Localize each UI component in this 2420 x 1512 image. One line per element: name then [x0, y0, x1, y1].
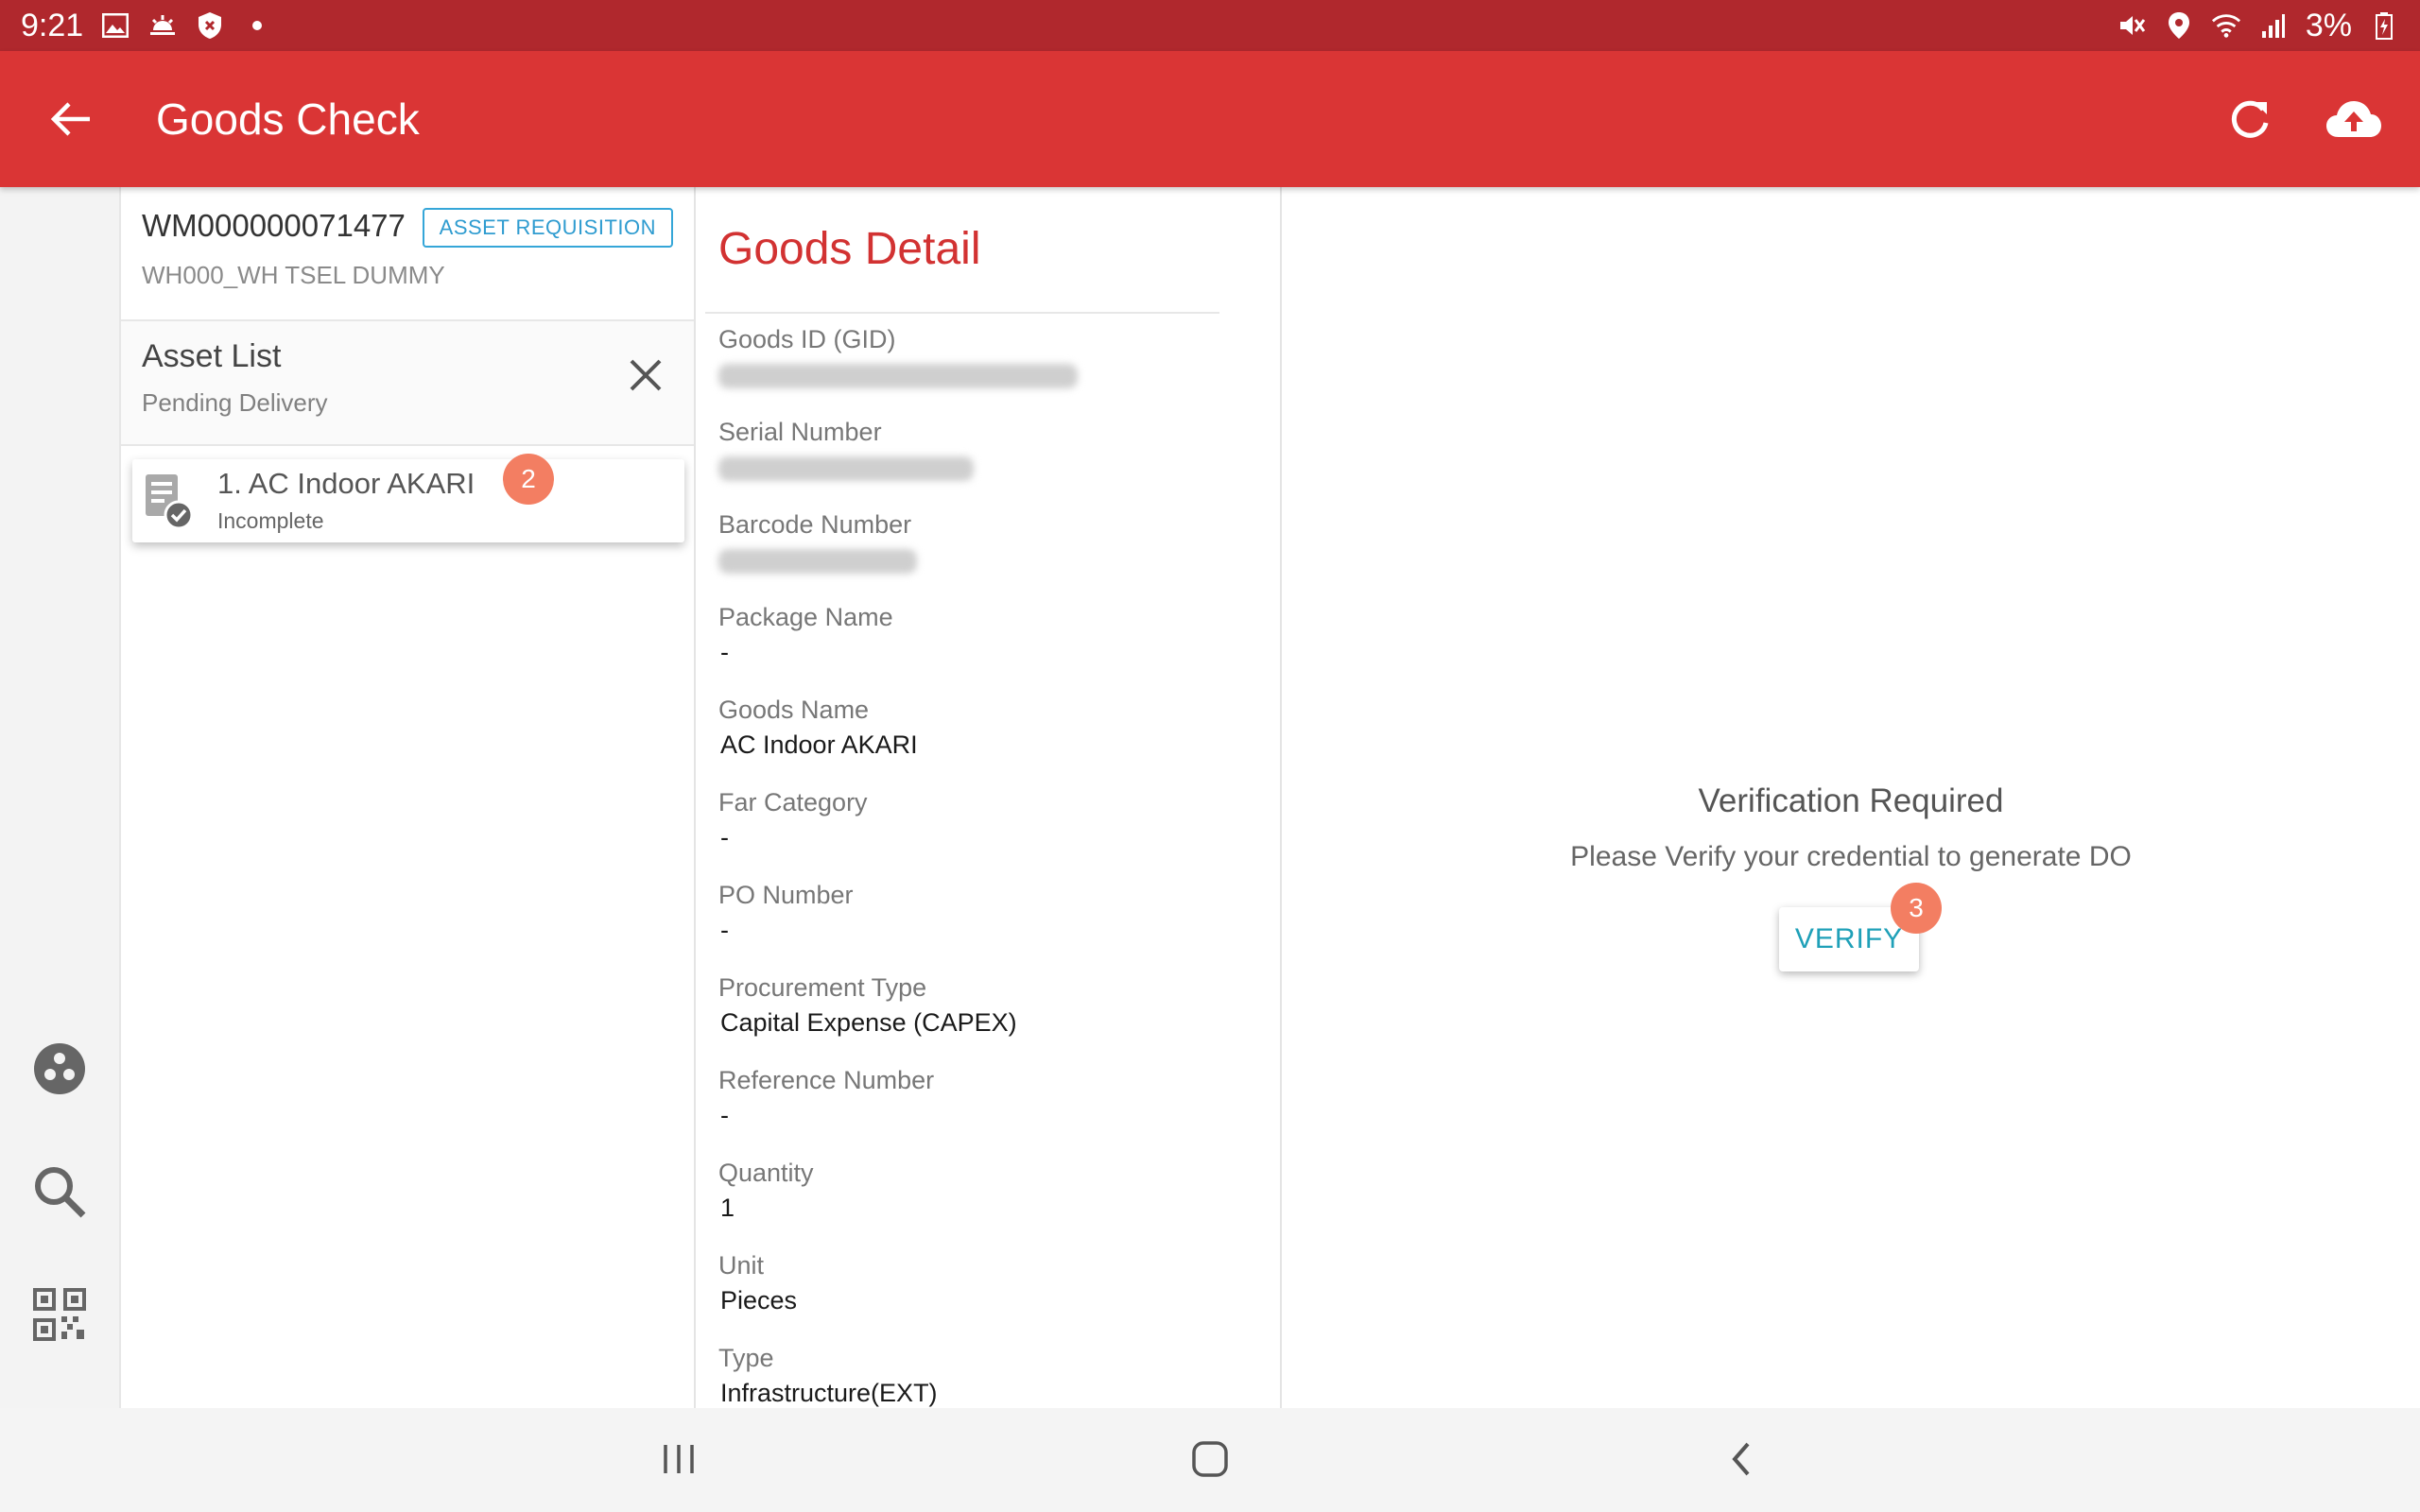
field-barcode-number: Barcode Number	[718, 510, 917, 574]
verification-panel: Verification Required Please Verify your…	[1282, 187, 2420, 1408]
qr-code-icon	[33, 1288, 86, 1341]
page-title: Goods Check	[156, 94, 420, 144]
chevron-left-icon	[1732, 1442, 1750, 1476]
location-icon	[2164, 10, 2194, 41]
step-badge: 2	[503, 454, 554, 505]
field-value: -	[720, 1101, 729, 1129]
search-icon	[35, 1167, 86, 1218]
asset-item-status: Incomplete	[217, 508, 324, 533]
status-time: 9:21	[21, 7, 84, 43]
upload-button[interactable]	[2325, 91, 2382, 147]
field-far-category: Far Category -	[718, 788, 868, 852]
field-label: Quantity	[718, 1159, 814, 1187]
close-icon	[630, 359, 662, 391]
field-type: Type Infrastructure(EXT)	[718, 1344, 938, 1408]
back-button[interactable]	[0, 51, 142, 187]
close-button[interactable]	[622, 352, 669, 399]
field-label: Type	[718, 1344, 774, 1372]
document-check-icon	[144, 472, 194, 530]
step-badge: 3	[1891, 883, 1942, 934]
qr-scan-button[interactable]	[28, 1283, 91, 1346]
asset-list-panel: WM000000071477 ASSET REQUISITION WH000_W…	[121, 187, 696, 1408]
refresh-icon	[2231, 100, 2269, 138]
goods-detail-panel: Goods Detail Goods ID (GID) Serial Numbe…	[696, 187, 1282, 1408]
mute-icon	[2117, 10, 2147, 41]
field-value: AC Indoor AKARI	[720, 730, 918, 759]
field-label: Package Name	[718, 603, 893, 631]
recent-apps-button[interactable]	[650, 1431, 707, 1487]
field-po-number: PO Number -	[718, 881, 854, 945]
field-value: -	[720, 823, 729, 851]
shield-icon	[195, 10, 225, 41]
field-value: 1	[720, 1194, 735, 1222]
divider	[705, 312, 1219, 314]
field-value: Infrastructure(EXT)	[720, 1379, 938, 1407]
dot-icon	[242, 10, 272, 41]
field-goods-name: Goods Name AC Indoor AKARI	[718, 696, 918, 760]
image-icon	[100, 10, 130, 41]
field-value: -	[720, 638, 729, 666]
field-label: Barcode Number	[718, 510, 912, 539]
requisition-tag: ASSET REQUISITION	[422, 208, 673, 248]
field-label: Goods ID (GID)	[718, 325, 896, 353]
field-label: Procurement Type	[718, 973, 927, 1002]
back-arrow-icon	[50, 102, 90, 136]
field-unit: Unit Pieces	[718, 1251, 797, 1315]
field-reference-number: Reference Number -	[718, 1066, 934, 1130]
battery-icon	[2369, 10, 2399, 41]
verification-message: Please Verify your credential to generat…	[1570, 841, 2132, 872]
cloud-upload-icon	[2326, 101, 2381, 137]
asset-item-name: 1. AC Indoor AKARI	[217, 467, 475, 500]
search-button[interactable]	[28, 1160, 91, 1223]
asset-list-title: Asset List	[142, 338, 282, 374]
asset-list-header: Asset List Pending Delivery	[121, 321, 694, 446]
home-button[interactable]	[1182, 1431, 1238, 1487]
field-package-name: Package Name -	[718, 603, 893, 667]
field-procurement-type: Procurement Type Capital Expense (CAPEX)	[718, 973, 1017, 1038]
field-label: Far Category	[718, 788, 868, 816]
field-value: Capital Expense (CAPEX)	[720, 1008, 1017, 1037]
field-label: PO Number	[718, 881, 854, 909]
field-value: Pieces	[720, 1286, 798, 1314]
goods-detail-title: Goods Detail	[718, 224, 981, 274]
home-icon	[1192, 1441, 1228, 1477]
field-label: Serial Number	[718, 418, 882, 446]
bubbles-icon	[34, 1043, 85, 1094]
status-bar: 9:21 3%	[0, 0, 2420, 51]
workflow-button[interactable]	[28, 1038, 91, 1100]
system-back-button[interactable]	[1713, 1431, 1770, 1487]
field-label: Unit	[718, 1251, 765, 1280]
system-nav-bar	[0, 1408, 2420, 1512]
field-label: Goods Name	[718, 696, 870, 724]
list-item[interactable]: 1. AC Indoor AKARI Incomplete 2	[132, 454, 684, 542]
battery-percent: 3%	[2305, 7, 2352, 43]
warehouse-name: WH000_WH TSEL DUMMY	[142, 261, 445, 289]
field-goods-id: Goods ID (GID)	[718, 325, 1078, 388]
redacted-value	[718, 364, 1078, 388]
field-serial-number: Serial Number	[718, 418, 974, 481]
signal-icon	[2258, 10, 2289, 41]
redacted-value	[718, 456, 974, 481]
wifi-icon	[2211, 10, 2241, 41]
warehouse-header: WM000000071477 ASSET REQUISITION WH000_W…	[121, 187, 694, 321]
field-label: Reference Number	[718, 1066, 935, 1094]
verification-title: Verification Required	[1698, 782, 2004, 819]
recent-apps-icon	[664, 1445, 694, 1473]
field-value: -	[720, 916, 729, 944]
asset-list-subtitle: Pending Delivery	[142, 388, 328, 417]
app-bar: Goods Check	[0, 51, 2420, 187]
refresh-button[interactable]	[2221, 91, 2278, 147]
redacted-value	[718, 549, 917, 574]
weather-icon	[147, 10, 178, 41]
field-quantity: Quantity 1	[718, 1159, 814, 1223]
left-rail	[0, 187, 121, 1408]
